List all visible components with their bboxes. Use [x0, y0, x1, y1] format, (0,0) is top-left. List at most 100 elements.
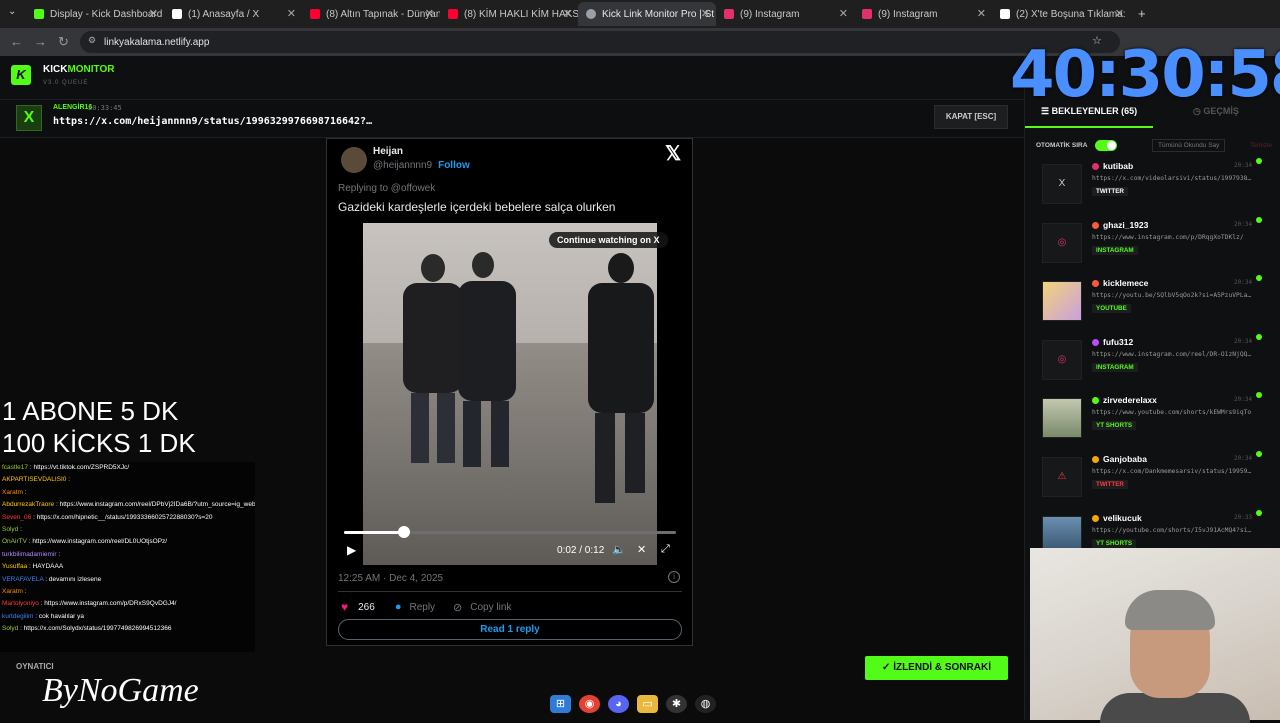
queue-username: kicklemece	[1103, 278, 1149, 289]
globe-icon	[586, 9, 596, 19]
volume-icon[interactable]: 🔈	[612, 543, 626, 556]
browser-tab[interactable]: (2) X'te Boşuna Tıklama: ✕	[992, 2, 1130, 26]
chat-username[interactable]: Martolyoniyo	[2, 600, 39, 607]
url-input[interactable]: ⚙ linkyakalama.netlify.app ☆	[80, 31, 1120, 53]
current-link[interactable]: https://x.com/heijannnn9/status/19963299…	[53, 116, 372, 127]
file-explorer-icon[interactable]: ▭	[637, 695, 658, 713]
auto-queue-toggle[interactable]	[1095, 140, 1117, 151]
obs-icon[interactable]: ◍	[695, 695, 716, 713]
chat-username[interactable]: Solyd	[2, 625, 18, 632]
settings-icon[interactable]: ✱	[666, 695, 687, 713]
browser-tab[interactable]: (9) Instagram ✕	[854, 2, 992, 26]
queue-url[interactable]: https://www.instagram.com/p/DRqgXoTDKlz/	[1092, 234, 1266, 241]
close-tab-icon[interactable]: ✕	[839, 7, 848, 20]
chat-username[interactable]: AbdurrezakTraore	[2, 501, 54, 508]
browser-tab[interactable]: (1) Anasayfa / X ✕	[164, 2, 302, 26]
queue-username: ghazi_1923	[1103, 219, 1149, 230]
queue-url[interactable]: https://youtu.be/SQlbV5qOo2k?si=A5PzuVPL…	[1092, 292, 1266, 299]
tweet-author-name[interactable]: Heijan	[373, 146, 403, 157]
mark-all-read-button[interactable]: Tümünü Okundu Say	[1152, 139, 1226, 152]
online-status-icon	[1256, 509, 1262, 516]
browser-tab[interactable]: (8) KİM HAKLI KİM HAKSIZ ✕	[440, 2, 578, 26]
queue-item[interactable]: kicklemece 20:34 https://youtu.be/SQlbV5qO…	[1036, 275, 1276, 333]
chat-username[interactable]: Seven_06	[2, 514, 31, 521]
close-tab-icon[interactable]: ✕	[977, 7, 986, 20]
browser-tab-active[interactable]: Kick Link Monitor Pro | St ✕	[578, 2, 716, 26]
app-header: K KICKMONITOR V3.0 QUEUE	[0, 56, 1024, 100]
tweet-date[interactable]: 12:25 AM · Dec 4, 2025	[338, 573, 443, 584]
chat-username[interactable]: Xaratm	[2, 489, 23, 496]
x-logo-icon[interactable]: 𝕏	[665, 141, 681, 166]
x-icon[interactable]: ✕	[637, 543, 646, 556]
tab-search-icon[interactable]: ⌄	[8, 6, 16, 17]
forward-icon[interactable]: →	[34, 34, 47, 49]
chat-username[interactable]: OnAirTV	[2, 538, 27, 545]
fullscreen-icon[interactable]: ⤢	[661, 543, 670, 556]
chat-username[interactable]: Yusuffaa	[2, 563, 27, 570]
chat-message: OnAirTV : https://www.instagram.com/reel…	[2, 536, 255, 548]
platform-badge: YT SHORTS	[1092, 538, 1137, 548]
chat-username[interactable]: Xaratm	[2, 588, 23, 595]
queue-url[interactable]: https://www.instagram.com/reel/DR-O1zNjQ…	[1092, 351, 1266, 358]
close-tab-icon[interactable]: ✕	[425, 7, 434, 20]
queue-url[interactable]: https://youtube.com/shorts/I5vJ91AcMQ4?s…	[1092, 527, 1266, 534]
queue-item[interactable]: zirvederelaxx 20:34 https://www.youtube.co…	[1036, 392, 1276, 450]
close-tab-icon[interactable]: ✕	[701, 7, 710, 20]
queue-thumbnail[interactable]	[1042, 281, 1082, 322]
chat-username[interactable]: fcastle17	[2, 464, 28, 471]
video-seekbar[interactable]	[344, 526, 676, 538]
avatar[interactable]	[341, 147, 367, 173]
read-replies-button[interactable]: Read 1 reply	[338, 619, 682, 640]
queue-url[interactable]: https://x.com/videolarsivi/status/199793…	[1092, 175, 1266, 182]
windows-start-icon[interactable]: ⊞	[550, 695, 571, 713]
chat-username[interactable]: VERAFAVELA	[2, 576, 43, 583]
close-tab-icon[interactable]: ✕	[563, 7, 572, 20]
discord-icon[interactable]: ◕	[608, 695, 629, 713]
reply-button[interactable]: ● Reply	[395, 601, 435, 613]
check-icon: ✓	[882, 662, 894, 673]
close-tab-icon[interactable]: ✕	[1115, 7, 1124, 20]
new-tab-icon[interactable]: +	[1138, 6, 1146, 21]
copy-link-button[interactable]: ⊘ Copy link	[453, 601, 511, 614]
queue-item[interactable]: ◎ ghazi_1923 20:34 https://www.instagram.co…	[1036, 216, 1276, 275]
tweet-video[interactable]: Continue watching on X ▶ 0:02 / 0:12 🔈 ✕…	[338, 223, 682, 565]
chat-username[interactable]: Solyd	[2, 526, 18, 533]
info-icon[interactable]: i	[668, 571, 680, 583]
queue-thumbnail[interactable]	[1042, 398, 1082, 439]
back-icon[interactable]: ←	[10, 34, 23, 49]
chat-username[interactable]: AKPARTISEVDALISI0	[2, 476, 66, 483]
clear-button[interactable]: Temizle	[1250, 142, 1272, 149]
taskbar: ⊞ ◉ ◕ ▭ ✱ ◍	[550, 692, 730, 716]
queue-item[interactable]: Xkutibab 20:34 https://x.com/videolarsivi/…	[1036, 158, 1276, 216]
close-tab-icon[interactable]: ✕	[149, 7, 158, 20]
watched-next-button[interactable]: ✓ İZLENDİ & SONRAKİ	[865, 656, 1008, 680]
queue-item[interactable]: ⚠ Ganjobaba 20:34 https://x.com/Dankmemesar…	[1036, 451, 1276, 509]
reload-icon[interactable]: ↻	[58, 34, 69, 50]
browser-tab[interactable]: Display - Kick Dashboard ✕	[26, 2, 164, 26]
site-info-icon[interactable]: ⚙	[88, 35, 96, 46]
overlay-text-kicks: 100 KİCKS 1 DK	[2, 428, 196, 458]
like-button[interactable]: ♥ 266	[341, 600, 375, 614]
browser-tab[interactable]: (9) Instagram ✕	[716, 2, 854, 26]
follow-link[interactable]: Follow	[438, 160, 470, 171]
close-tab-icon[interactable]: ✕	[287, 7, 296, 20]
chat-username[interactable]: turkbilimadamiemir	[2, 551, 57, 558]
browser-tab[interactable]: (8) Altın Tapınak - Dünyan ✕	[302, 2, 440, 26]
queue-thumbnail[interactable]: ◎	[1042, 222, 1082, 263]
chrome-icon[interactable]: ◉	[579, 695, 600, 713]
close-button[interactable]: KAPAT [ESC]	[934, 105, 1008, 129]
queue-time: 20:34	[1234, 337, 1253, 345]
queue-thumbnail[interactable]: ⚠	[1042, 457, 1082, 497]
queue-thumbnail[interactable]: ◎	[1042, 339, 1082, 380]
queue-url[interactable]: https://www.youtube.com/shorts/kEWMrs9iq…	[1092, 409, 1266, 416]
queue-username: velikucuk	[1103, 512, 1142, 523]
queue-item[interactable]: ◎ fufu312 20:34 https://www.instagram.com/r…	[1036, 333, 1276, 392]
chat-username[interactable]: kurtdegilim	[2, 613, 33, 620]
play-icon[interactable]: ▶	[347, 543, 356, 557]
continue-watching-button[interactable]: Continue watching on X	[549, 232, 668, 248]
tweet-actions: ♥ 266 ● Reply ⊘ Copy link	[341, 600, 511, 614]
seek-handle[interactable]	[397, 526, 410, 538]
video-frame[interactable]	[363, 223, 657, 565]
queue-thumbnail[interactable]: X	[1042, 164, 1082, 204]
queue-url[interactable]: https://x.com/Dankmemesarsiv/status/1995…	[1092, 468, 1266, 475]
